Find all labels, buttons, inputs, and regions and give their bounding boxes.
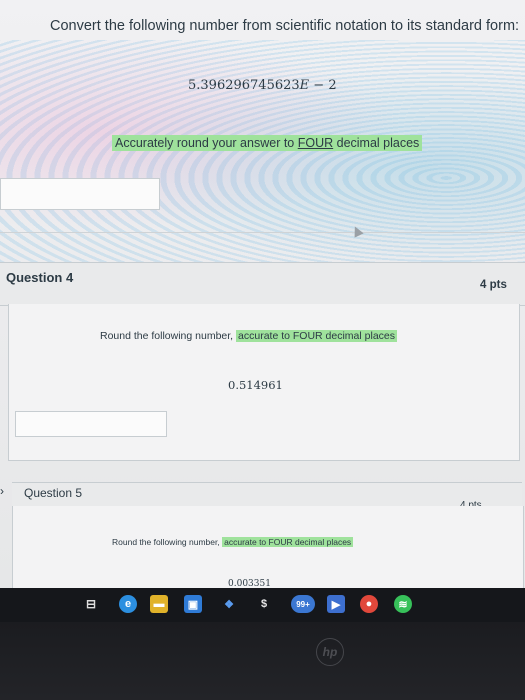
dropbox-icon[interactable]: ❖	[220, 595, 238, 613]
task-view-icon[interactable]: ⊟	[82, 595, 100, 613]
question5-title: Question 5	[24, 486, 83, 500]
question4-value: 0.514961	[228, 378, 283, 392]
browser-screen: Convert the following number from scient…	[0, 0, 525, 588]
question4-points: 4 pts	[480, 279, 507, 291]
question3-prompt: Convert the following number from scient…	[50, 18, 520, 34]
spotify-icon[interactable]: ≋	[394, 595, 412, 613]
chrome-icon[interactable]: ●	[360, 595, 378, 613]
question3-instruction: Accurately round your answer to FOUR dec…	[112, 135, 423, 151]
screen-moire-pattern	[0, 40, 525, 270]
question5-header	[12, 482, 522, 508]
money-app-icon[interactable]: $	[255, 595, 273, 613]
flag-caret-icon[interactable]: ›	[0, 484, 4, 498]
question5-value: 0.003351	[228, 579, 271, 588]
question4-header	[0, 262, 525, 306]
mail-icon[interactable]: 99+	[291, 595, 315, 613]
question3-scientific-value: 5.396296745623E − 2	[188, 78, 337, 93]
hp-logo-icon: hp	[316, 638, 344, 666]
question4-prompt: Round the following number, accurate to …	[100, 330, 397, 342]
question4-title: Question 4	[6, 270, 74, 285]
mouse-cursor-icon	[350, 224, 364, 238]
store-icon[interactable]: ▣	[184, 595, 202, 613]
question5-prompt: Round the following number, accurate to …	[112, 537, 354, 547]
question4-answer-input[interactable]	[15, 411, 167, 437]
question3-divider	[0, 232, 525, 233]
laptop-bezel	[0, 622, 525, 700]
question5-body	[12, 506, 524, 588]
taskbar: ⊟ e ▬ ▣ ❖ $ 99+ ▶ ● ≋	[0, 588, 525, 622]
zoom-icon[interactable]: ▶	[327, 595, 345, 613]
edge-browser-icon[interactable]: e	[119, 595, 137, 613]
file-explorer-icon[interactable]: ▬	[150, 595, 168, 613]
question3-answer-input[interactable]	[0, 178, 160, 210]
